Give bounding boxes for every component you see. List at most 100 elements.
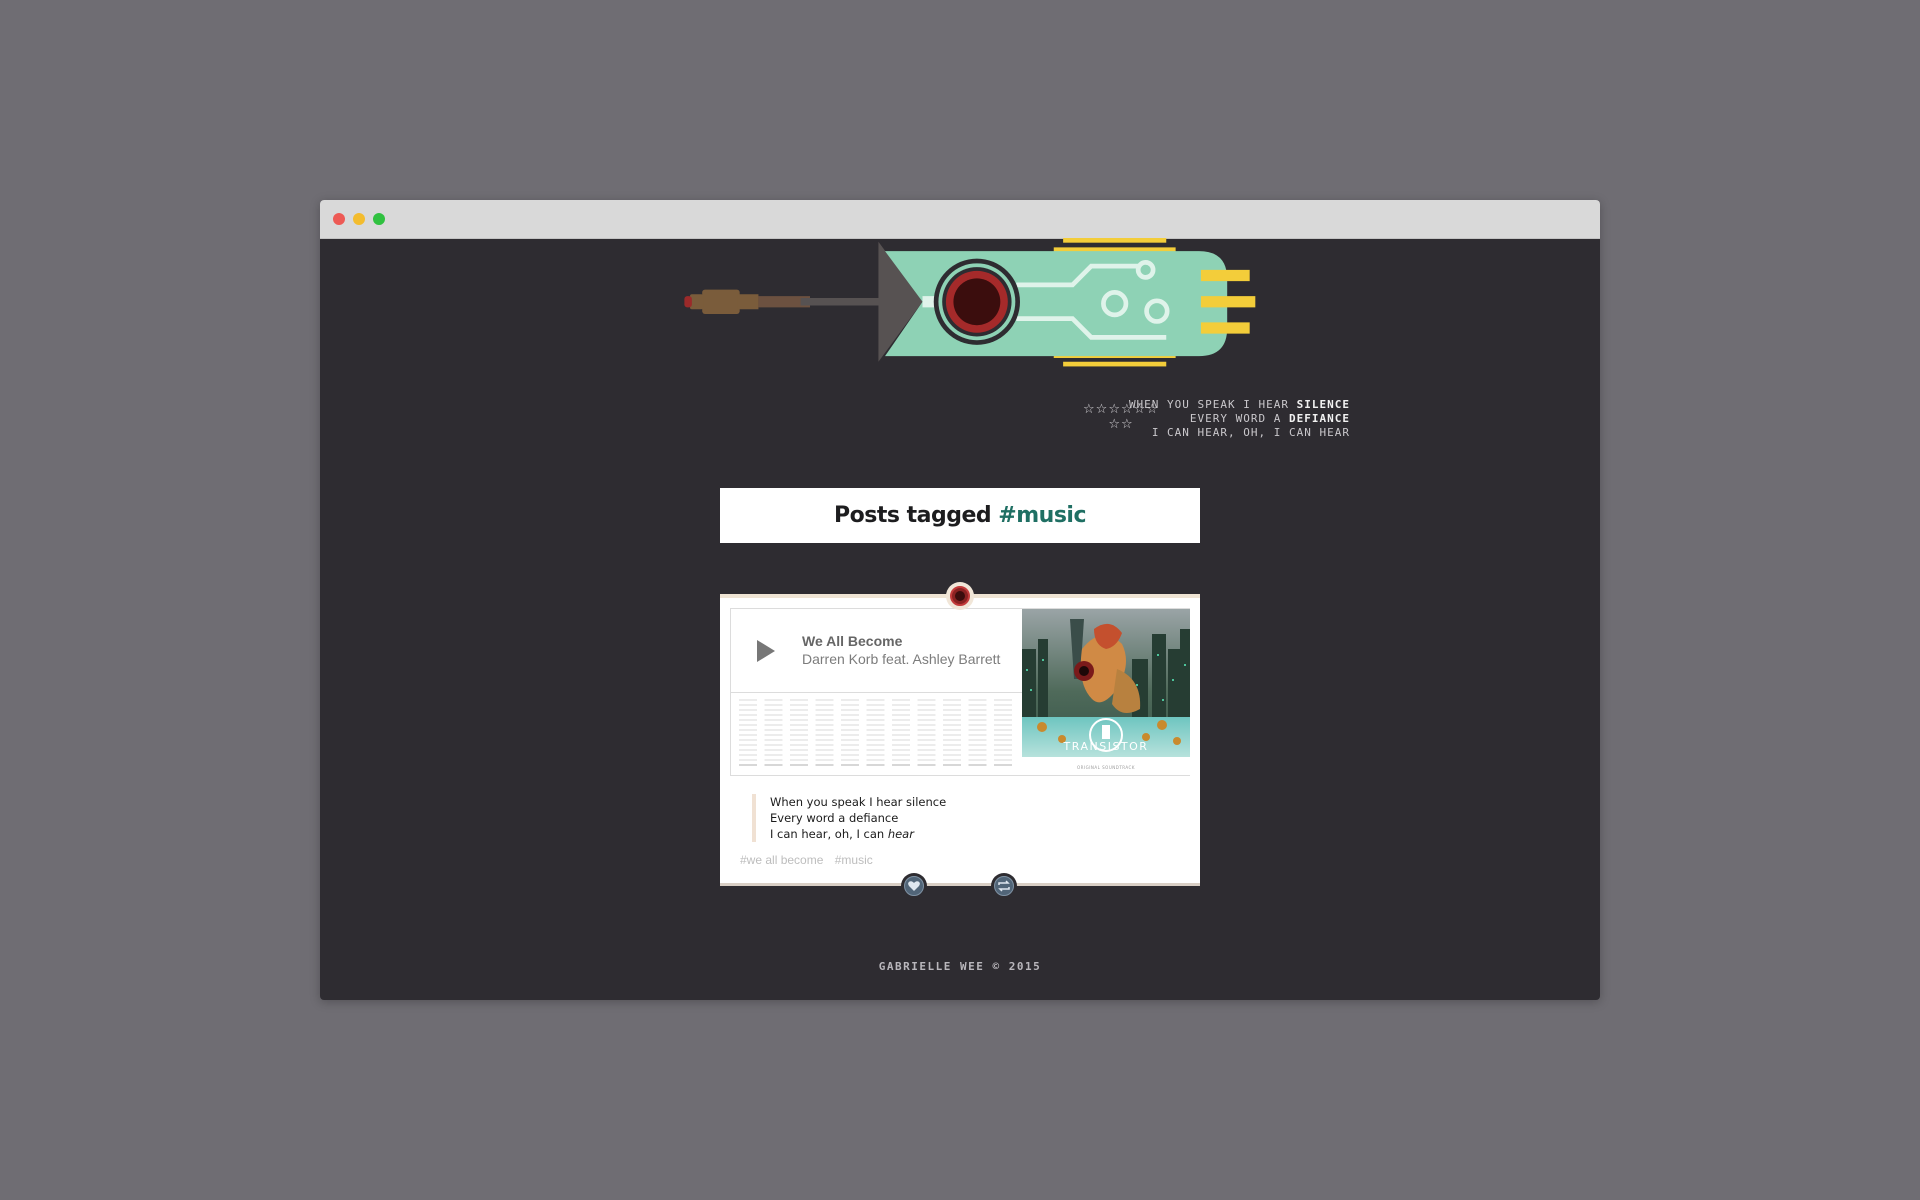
waveform-segment [994,729,1012,731]
waveform-segment [790,734,808,736]
waveform-segment [790,714,808,716]
reblog-icon [998,880,1010,892]
waveform-segment [815,744,834,746]
waveform-segment [943,714,961,716]
waveform-segment [994,749,1012,751]
lyrics-line-3: I CAN HEAR, OH, I CAN HEAR [1151,426,1350,439]
waveform-segment [892,744,910,746]
waveform-segment [790,699,808,701]
waveform-segment [815,739,834,741]
minimize-window-button[interactable] [353,213,365,225]
waveform-segment [866,724,885,726]
waveform-segment [764,699,783,701]
waveform-segment [943,704,961,706]
waveform-segment [841,714,859,716]
waveform-segment [968,699,987,701]
waveform-segment [917,699,936,701]
waveform-segment [841,719,859,721]
close-window-button[interactable] [333,213,345,225]
tag-heading-panel: Posts tagged #music [720,488,1200,543]
waveform-segment [892,759,910,761]
waveform-segment [790,739,808,741]
waveform-segment [841,699,859,701]
waveform-segment [815,699,834,701]
waveform-segment [841,734,859,736]
waveform-segment [764,759,783,761]
waveform-segment [841,739,859,741]
waveform-segment [943,729,961,731]
waveform-segment [764,709,783,711]
quote-line-2: Every word a defiance [770,811,899,825]
waveform-segment [866,749,885,751]
player-track-info: We All Become Darren Korb feat. Ashley B… [731,609,1022,693]
waveform-segment [790,759,808,761]
waveform-segment [815,749,834,751]
play-button[interactable] [757,640,775,662]
waveform-segment [917,754,936,756]
waveform-segment [943,724,961,726]
waveform-segment [866,739,885,741]
waveform-segment [917,709,936,711]
maximize-window-button[interactable] [373,213,385,225]
waveform-segment [815,719,834,721]
transistor-album-cover: TRANSISTOR ORIGINAL SOUNDTRACK [1022,609,1190,775]
waveform-segment [739,759,757,761]
waveform-segment [892,739,910,741]
waveform-segment [815,759,834,761]
waveform-segment [815,724,834,726]
waveform-segment [917,719,936,721]
waveform-segment [994,699,1012,701]
waveform-segment [764,739,783,741]
waveform-segment [917,714,936,716]
player-controls-area: We All Become Darren Korb feat. Ashley B… [731,609,1023,775]
waveform-segment [739,754,757,756]
waveform-segment [790,754,808,756]
waveform-segment [815,734,834,736]
waveform-segment [968,744,987,746]
waveform-segment [892,724,910,726]
waveform-segment [968,729,987,731]
waveform-segment [968,714,987,716]
waveform-segment [994,724,1012,726]
badge-core [955,591,965,601]
waveform-segment [841,744,859,746]
audio-waveform[interactable] [739,699,1015,769]
reblog-button[interactable] [991,873,1017,899]
waveform-segment [968,724,987,726]
waveform-segment [917,729,936,731]
stars-row-2: ☆☆ [1108,417,1134,432]
waveform-segment [739,734,757,736]
tag-heading-tag[interactable]: #music [998,503,1086,528]
waveform-segment [815,709,834,711]
waveform-segment [892,714,910,716]
waveform-segment [968,734,987,736]
waveform-segment [866,699,885,701]
track-title: We All Become [802,633,903,649]
waveform-segment [892,719,910,721]
post-type-badge [946,582,974,610]
waveform-segment [892,754,910,756]
waveform-segment [815,714,834,716]
tag-link-music[interactable]: #music [835,853,873,867]
waveform-segment [764,734,783,736]
waveform-segment [739,749,757,751]
track-artist: Darren Korb feat. Ashley Barrett [802,651,1001,667]
like-button[interactable] [901,873,927,899]
post-tags: #we all become #music [740,853,881,867]
waveform-segment [764,724,783,726]
quote-line-3: I can hear, oh, I can hear [770,827,914,841]
lyrics-line-1: WHEN YOU SPEAK I HEAR SILENCE [1128,398,1350,411]
waveform-segment [943,744,961,746]
waveform-segment [841,764,859,766]
waveform-segment [866,729,885,731]
waveform-segment [739,714,757,716]
waveform-segment [866,764,885,766]
waveform-segment [764,764,783,766]
audio-player: We All Become Darren Korb feat. Ashley B… [730,608,1190,776]
waveform-segment [764,754,783,756]
waveform-segment [994,759,1012,761]
waveform-segment [739,739,757,741]
waveform-segment [790,719,808,721]
waveform-segment [739,699,757,701]
tag-link-we-all-become[interactable]: #we all become [740,853,823,867]
